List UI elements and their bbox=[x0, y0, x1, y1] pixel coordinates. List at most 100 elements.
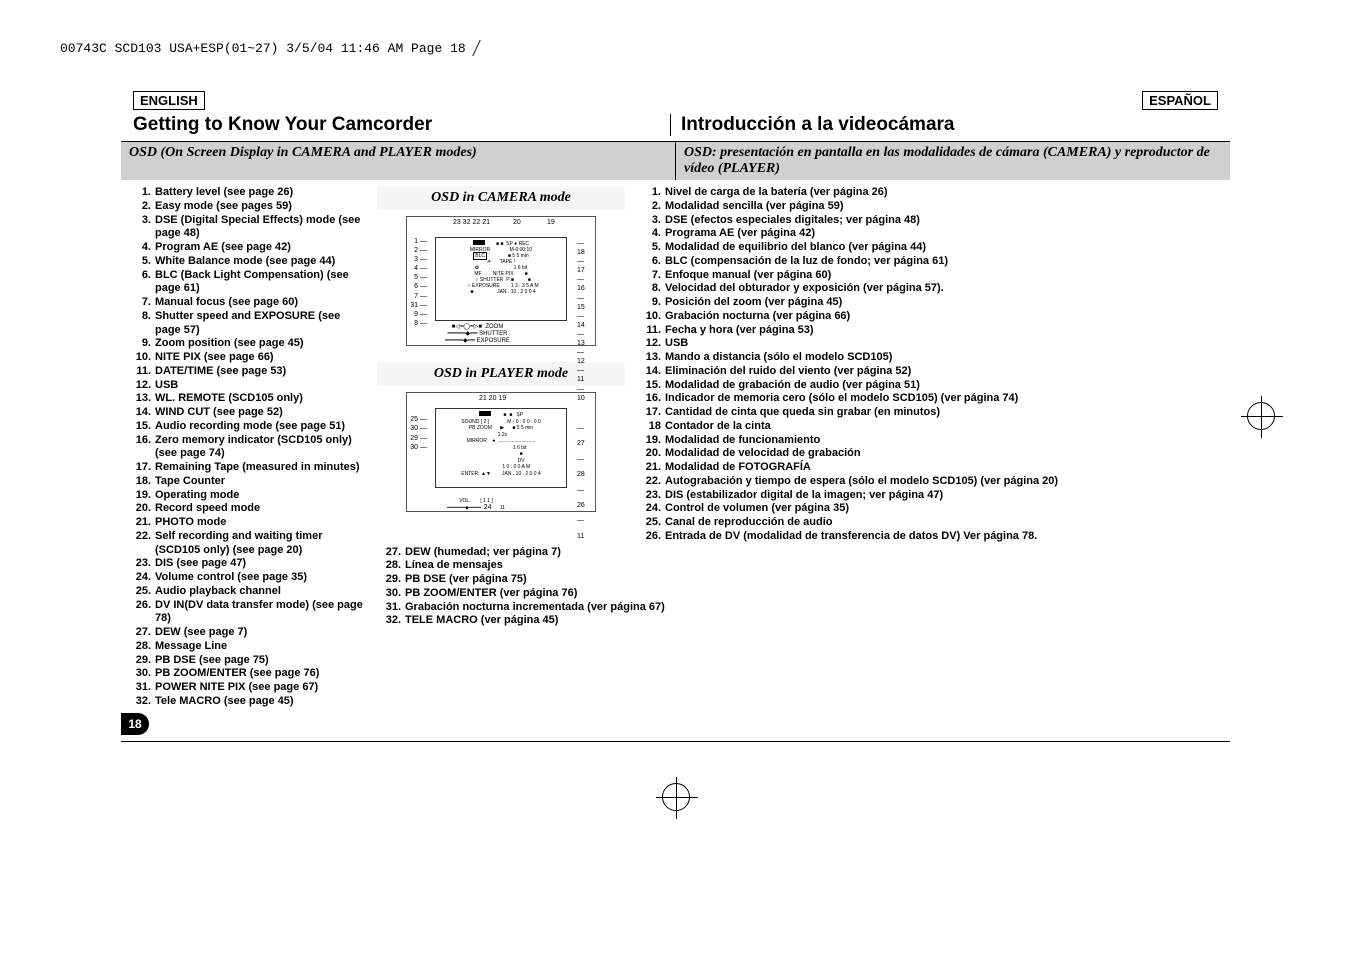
cam-topnums-m: 20 bbox=[513, 219, 521, 226]
item-text: Self recording and waiting timer (SCD105… bbox=[155, 530, 367, 558]
item-number: 11. bbox=[131, 365, 151, 379]
item-number: 18. bbox=[131, 475, 151, 489]
item-text: WL. REMOTE (SCD105 only) bbox=[155, 392, 367, 406]
list-item: 20.Record speed mode bbox=[131, 502, 367, 516]
item-text: POWER NITE PIX (see page 67) bbox=[155, 681, 367, 695]
list-item: 21.PHOTO mode bbox=[131, 516, 367, 530]
list-item: 4.Program AE (see page 42) bbox=[131, 241, 367, 255]
item-number: 3. bbox=[641, 214, 661, 228]
item-number: 17. bbox=[131, 461, 151, 475]
list-item: 7.Manual focus (see page 60) bbox=[131, 296, 367, 310]
item-text: Remaining Tape (measured in minutes) bbox=[155, 461, 367, 475]
list-item: 23.DIS (estabilizador digital de la imag… bbox=[641, 489, 1228, 503]
jobline-text: 00743C SCD103 USA+ESP(01~27) 3/5/04 11:4… bbox=[60, 41, 466, 56]
play-right-nums: — 27— 28— 26— 11 bbox=[577, 421, 593, 544]
item-text: USB bbox=[155, 379, 367, 393]
item-number: 30. bbox=[381, 587, 401, 601]
p-16bit: 1 6 bit bbox=[513, 445, 527, 451]
list-item: 5.White Balance mode (see page 44) bbox=[131, 255, 367, 269]
cam-topnums-l: 23 32 22 21 bbox=[453, 219, 490, 226]
item-number: 9. bbox=[641, 296, 661, 310]
item-text: DSE (efectos especiales digitales; ver p… bbox=[665, 214, 1228, 228]
item-number: 11. bbox=[641, 324, 661, 338]
item-text: Audio recording mode (see page 51) bbox=[155, 420, 367, 434]
item-text: Modalidad sencilla (ver página 59) bbox=[665, 200, 1228, 214]
item-text: DATE/TIME (see page 53) bbox=[155, 365, 367, 379]
lbl-shutter2: SHUTTER bbox=[479, 331, 507, 337]
lang-english: ENGLISH bbox=[133, 91, 205, 110]
item-text: Programa AE (ver página 42) bbox=[665, 227, 1228, 241]
item-number: 4. bbox=[641, 227, 661, 241]
battery-icon bbox=[479, 411, 491, 416]
item-number: 26. bbox=[641, 530, 661, 544]
title-left: Getting to Know Your Camcorder bbox=[133, 114, 670, 136]
item-number: 22. bbox=[641, 475, 661, 489]
item-number: 31. bbox=[381, 601, 401, 615]
subhead-right: OSD: presentación en pantalla en las mod… bbox=[676, 142, 1230, 180]
side-register-mark bbox=[1247, 402, 1275, 430]
item-text: BLC (Back Light Compensation) (see page … bbox=[155, 269, 367, 297]
list-item: 24.Control de volumen (ver página 35) bbox=[641, 502, 1228, 516]
list-item: 32.Tele MACRO (see page 45) bbox=[131, 695, 367, 709]
item-number: 12. bbox=[131, 379, 151, 393]
item-text: Message Line bbox=[155, 640, 367, 654]
p-vol: VOL. bbox=[459, 498, 470, 504]
list-item: 1.Nivel de carga de la batería (ver pági… bbox=[641, 186, 1228, 200]
bottom-register-mark bbox=[60, 783, 1291, 811]
item-text: PB ZOOM/ENTER (ver página 76) bbox=[405, 587, 901, 601]
item-number: 5. bbox=[131, 255, 151, 269]
list-item: 5.Modalidad de equilibrio del blanco (ve… bbox=[641, 241, 1228, 255]
item-number: 27. bbox=[381, 546, 401, 560]
p-time: 1 0 : 0 0 A M bbox=[502, 464, 530, 470]
item-text: Tape Counter bbox=[155, 475, 367, 489]
item-number: 32. bbox=[381, 614, 401, 628]
osd-player-inner: ■ ■ SP SOUND [ 2 ] M - 0 : 0 0 : 0 0 PB … bbox=[435, 408, 567, 488]
p-remain: 5 5 min bbox=[517, 425, 533, 431]
list-item: 31. Grabación nocturna incrementada (ver … bbox=[381, 601, 901, 615]
list-item: 6.BLC (compensación de la luz de fondo; … bbox=[641, 255, 1228, 269]
list-item: 28.Línea de mensajes bbox=[381, 559, 901, 573]
list-item: 1.Battery level (see page 26) bbox=[131, 186, 367, 200]
item-text: Grabación nocturna incrementada (ver pág… bbox=[405, 601, 901, 615]
item-number: 16. bbox=[131, 434, 151, 462]
item-number: 5. bbox=[641, 241, 661, 255]
item-number: 6. bbox=[131, 269, 151, 297]
list-item: 9.Posición del zoom (ver página 45) bbox=[641, 296, 1228, 310]
item-number: 19. bbox=[641, 434, 661, 448]
item-text: Velocidad del obturador y exposición (ve… bbox=[665, 282, 1228, 296]
list-item: 7.Enfoque manual (ver página 60) bbox=[641, 269, 1228, 283]
list-item: 15.Audio recording mode (see page 51) bbox=[131, 420, 367, 434]
p-dv: DV bbox=[518, 458, 525, 464]
item-number: 28. bbox=[131, 640, 151, 654]
play-left-nums: 25 —30 —29 —30 — bbox=[409, 415, 427, 453]
item-text: Volume control (see page 35) bbox=[155, 571, 367, 585]
item-text: Control de volumen (ver página 35) bbox=[665, 502, 1228, 516]
osd-camera-inner: ■ ■ SP ● REC MIRROR M-0:00:10 BLC ■ 5 5 … bbox=[435, 237, 567, 321]
list-item: 16.Indicador de memoria cero (sólo el mo… bbox=[641, 392, 1228, 406]
list-item: 19. Modalidad de funcionamiento bbox=[641, 434, 1228, 448]
list-item: 27.DEW (humedad; ver página 7) bbox=[381, 546, 901, 560]
item-text: Grabación nocturna (ver página 66) bbox=[665, 310, 1228, 324]
print-jobline: 00743C SCD103 USA+ESP(01~27) 3/5/04 11:4… bbox=[60, 40, 1291, 56]
item-number: 20. bbox=[131, 502, 151, 516]
item-text: Fecha y hora (ver página 53) bbox=[665, 324, 1228, 338]
item-number: 12. bbox=[641, 337, 661, 351]
item-text: DEW (see page 7) bbox=[155, 626, 367, 640]
item-number: 31. bbox=[131, 681, 151, 695]
list-item: 29.PB DSE (see page 75) bbox=[131, 654, 367, 668]
list-item: 20.Modalidad de velocidad de grabación bbox=[641, 447, 1228, 461]
item-text: Modalidad de funcionamiento bbox=[665, 434, 1228, 448]
item-number: 8. bbox=[641, 282, 661, 296]
list-item: 22.Self recording and waiting timer (SCD… bbox=[131, 530, 367, 558]
item-text: PHOTO mode bbox=[155, 516, 367, 530]
item-number: 7. bbox=[131, 296, 151, 310]
item-text: Indicador de memoria cero (sólo el model… bbox=[665, 392, 1228, 406]
p-pbzoom: PB ZOOM bbox=[469, 425, 492, 431]
item-number: 20. bbox=[641, 447, 661, 461]
list-item: 13.Mando a distancia (sólo el modelo SCD… bbox=[641, 351, 1228, 365]
cam-left-nums: 1 —2 —3 —4 —5 —6 —7 —31 —9 —8 — bbox=[409, 237, 427, 328]
list-item: 2.Easy mode (see pages 59) bbox=[131, 200, 367, 214]
item-number: 1. bbox=[131, 186, 151, 200]
item-number: 25. bbox=[131, 585, 151, 599]
list-item: 25.Audio playback channel bbox=[131, 585, 367, 599]
